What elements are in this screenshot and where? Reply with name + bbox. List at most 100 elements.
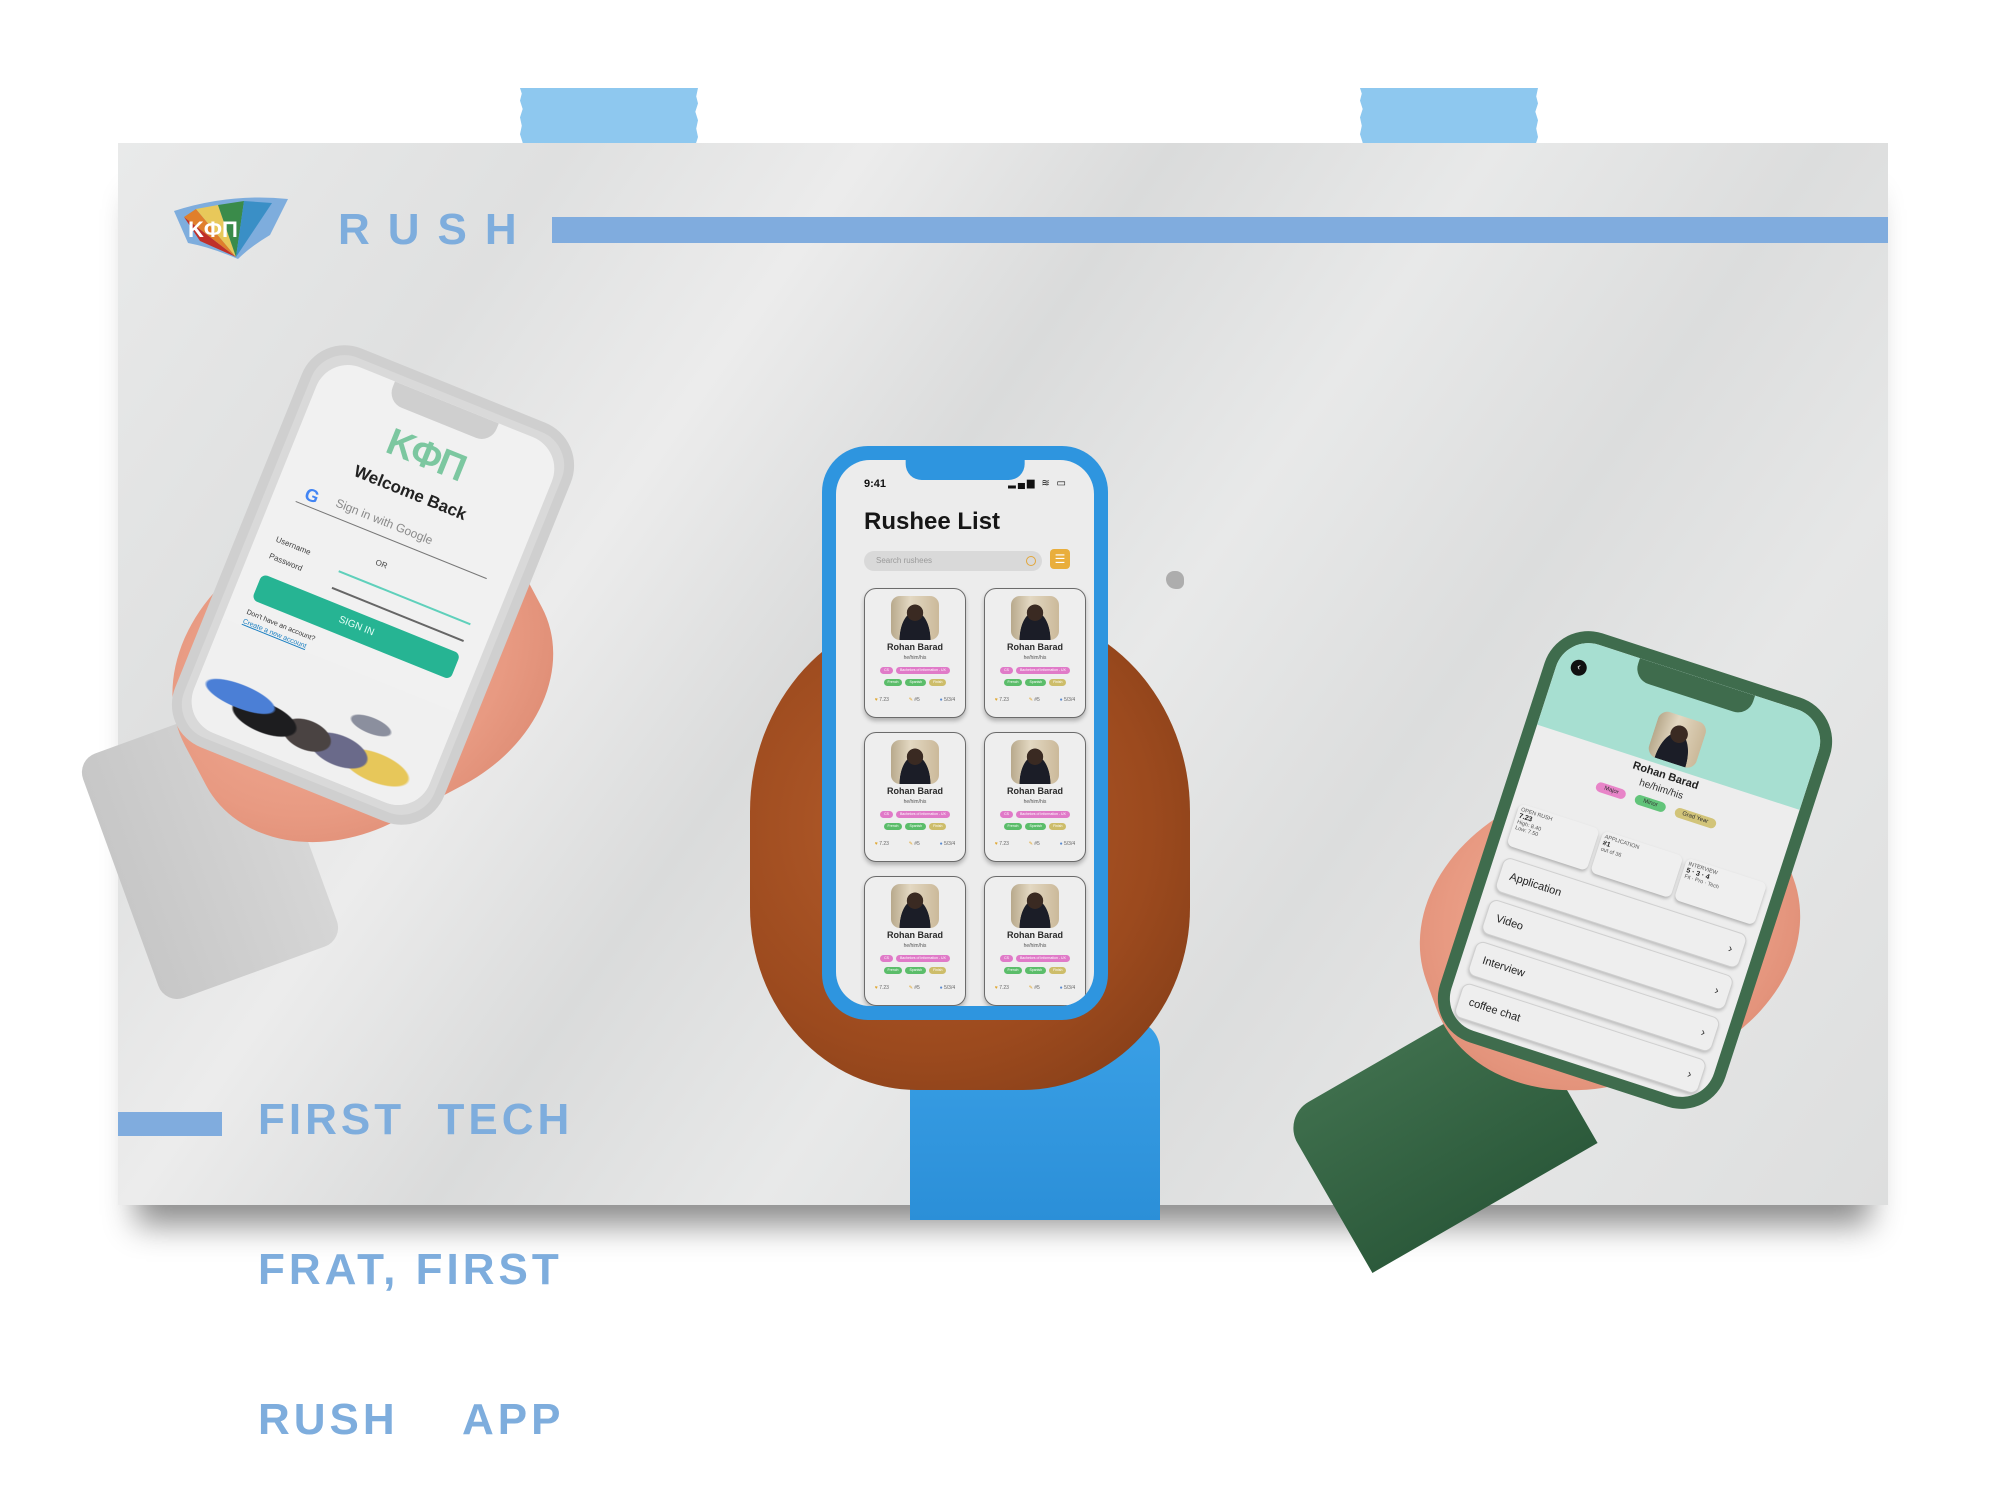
major-tag: CS [880, 667, 893, 674]
major-tag: CS [880, 811, 893, 818]
language-tags: French Spanish Finish [865, 967, 965, 974]
interview-stat: ● 5/3/4 [939, 697, 956, 703]
language-tag: Finish [1049, 823, 1067, 830]
language-tag: Spanish [905, 679, 927, 686]
chevron-right-icon: › [1699, 1024, 1708, 1040]
rushee-card[interactable]: Rohan Barad he/him/his CS Bachelors of Info… [864, 588, 966, 718]
language-tags: French Spanish Finish [865, 679, 965, 686]
rank-stat: ✎ #5 [1028, 841, 1040, 847]
language-tags: French Spanish Finish [985, 823, 1085, 830]
major-tag: CS [1000, 811, 1013, 818]
phone-notch [905, 460, 1025, 480]
rushee-avatar [891, 884, 939, 928]
major-tag: Bachelors of Information - UX [1015, 667, 1070, 674]
section-label: coffee chat [1467, 996, 1522, 1025]
score-stat: ♥ 7.23 [874, 841, 889, 847]
status-icons: ▂▄▆ ≋ ▭ [1008, 478, 1068, 489]
language-tags: French Spanish Finish [865, 823, 965, 830]
language-tag: French [1003, 967, 1023, 974]
section-label: Application [1507, 870, 1563, 899]
rushee-card[interactable]: Rohan Barad he/him/his CS Bachelors of Info… [984, 732, 1086, 862]
score-stat: ♥ 7.23 [874, 985, 889, 991]
google-g-icon: G [301, 483, 323, 508]
tagline-line-1: FIRST TECH [258, 1095, 574, 1144]
rushee-card[interactable]: Rohan Barad he/him/his CS Bachelors of Info… [984, 588, 1086, 718]
language-tag: Spanish [905, 823, 927, 830]
language-tag: Spanish [1025, 967, 1047, 974]
major-tags: CS Bachelors of Information - UX [865, 667, 965, 674]
rushee-avatar [1011, 884, 1059, 928]
rushee-card[interactable]: Rohan Barad he/him/his CS Bachelors of Info… [984, 876, 1086, 1006]
rank-stat: ✎ #5 [1028, 697, 1040, 703]
interview-stat: ● 5/3/4 [939, 841, 956, 847]
rushee-card[interactable]: Rohan Barad he/him/his CS Bachelors of Info… [864, 732, 966, 862]
score-stat: ♥ 7.23 [874, 697, 889, 703]
language-tags: French Spanish Finish [985, 679, 1085, 686]
rank-stat: ✎ #5 [908, 985, 920, 991]
filter-button[interactable]: ☰ [1050, 549, 1070, 569]
rushee-name: Rohan Barad [1006, 642, 1063, 652]
rushee-avatar [1011, 596, 1059, 640]
interview-stat: ● 5/3/4 [1059, 841, 1076, 847]
filter-icon: ☰ [1054, 552, 1066, 566]
major-tag: Bachelors of Information - UX [1015, 955, 1070, 962]
language-tag: Finish [1049, 967, 1067, 974]
major-tags: CS Bachelors of Information - UX [985, 955, 1085, 962]
language-tag: Spanish [1025, 679, 1047, 686]
rushee-card[interactable]: Rohan Barad he/him/his CS Bachelors of Info… [864, 876, 966, 1006]
language-tag: Finish [1049, 679, 1067, 686]
header-bar-decoration [552, 217, 1888, 243]
chevron-right-icon: › [1685, 1066, 1694, 1082]
language-tag: French [883, 967, 903, 974]
rushee-list-title: Rushee List [864, 508, 1001, 535]
score-stat: ♥ 7.23 [994, 841, 1009, 847]
rushee-list-screen: 9:41 ▂▄▆ ≋ ▭ Rushee List Search rushees … [836, 460, 1094, 1006]
major-tag: Bachelors of Information - UX [895, 955, 950, 962]
language-tag: French [883, 679, 903, 686]
language-tag: French [1003, 823, 1023, 830]
rushee-list-phone: 9:41 ▂▄▆ ≋ ▭ Rushee List Search rushees … [822, 446, 1108, 1020]
rush-title: RUSH [338, 205, 535, 254]
search-icon [1026, 556, 1036, 566]
kappa-phi-pi-logo-icon: KΦΠ [174, 197, 288, 259]
rushee-name: Rohan Barad [886, 642, 943, 652]
major-tags: CS Bachelors of Information - UX [985, 811, 1085, 818]
language-tag: French [1003, 679, 1023, 686]
rushee-avatar [891, 740, 939, 784]
rushee-stats: ♥ 7.23 ✎ #5 ● 5/3/4 [865, 697, 965, 703]
paper-speck [1166, 571, 1184, 589]
status-time: 9:41 [864, 478, 887, 490]
section-label: Video [1494, 912, 1525, 933]
search-input[interactable]: Search rushees [864, 551, 1042, 571]
rank-stat: ✎ #5 [908, 841, 920, 847]
major-tag: CS [880, 955, 893, 962]
score-stat: ♥ 7.23 [994, 697, 1009, 703]
search-placeholder: Search rushees [876, 556, 933, 565]
language-tag: Finish [929, 967, 947, 974]
footer-bar-decoration [118, 1112, 222, 1136]
major-tags: CS Bachelors of Information - UX [865, 955, 965, 962]
language-tag: Finish [929, 679, 947, 686]
major-tag: Bachelors of Information - UX [1015, 811, 1070, 818]
rushee-pronouns: he/him/his [1023, 799, 1047, 805]
language-tag: Spanish [1025, 823, 1047, 830]
rushee-stats: ♥ 7.23 ✎ #5 ● 5/3/4 [865, 985, 965, 991]
rushee-name: Rohan Barad [1006, 930, 1063, 940]
interview-stat: ● 5/3/4 [1059, 697, 1076, 703]
rushee-pronouns: he/him/his [903, 655, 927, 661]
chevron-right-icon: › [1726, 941, 1735, 956]
language-tag: French [883, 823, 903, 830]
rushee-name: Rohan Barad [886, 786, 943, 796]
major-tags: CS Bachelors of Information - UX [985, 667, 1085, 674]
major-tag: Bachelors of Information - UX [895, 811, 950, 818]
rushee-pronouns: he/him/his [903, 799, 927, 805]
tagline-line-3: RUSH APP [258, 1395, 565, 1444]
interview-stat: ● 5/3/4 [1059, 985, 1076, 991]
section-label: Interview [1480, 954, 1527, 980]
rushee-avatar [1011, 740, 1059, 784]
language-tag: Finish [929, 823, 947, 830]
chevron-right-icon: › [1712, 982, 1721, 998]
rank-stat: ✎ #5 [1028, 985, 1040, 991]
rushee-pronouns: he/him/his [1023, 943, 1047, 949]
language-tag: Spanish [905, 967, 927, 974]
